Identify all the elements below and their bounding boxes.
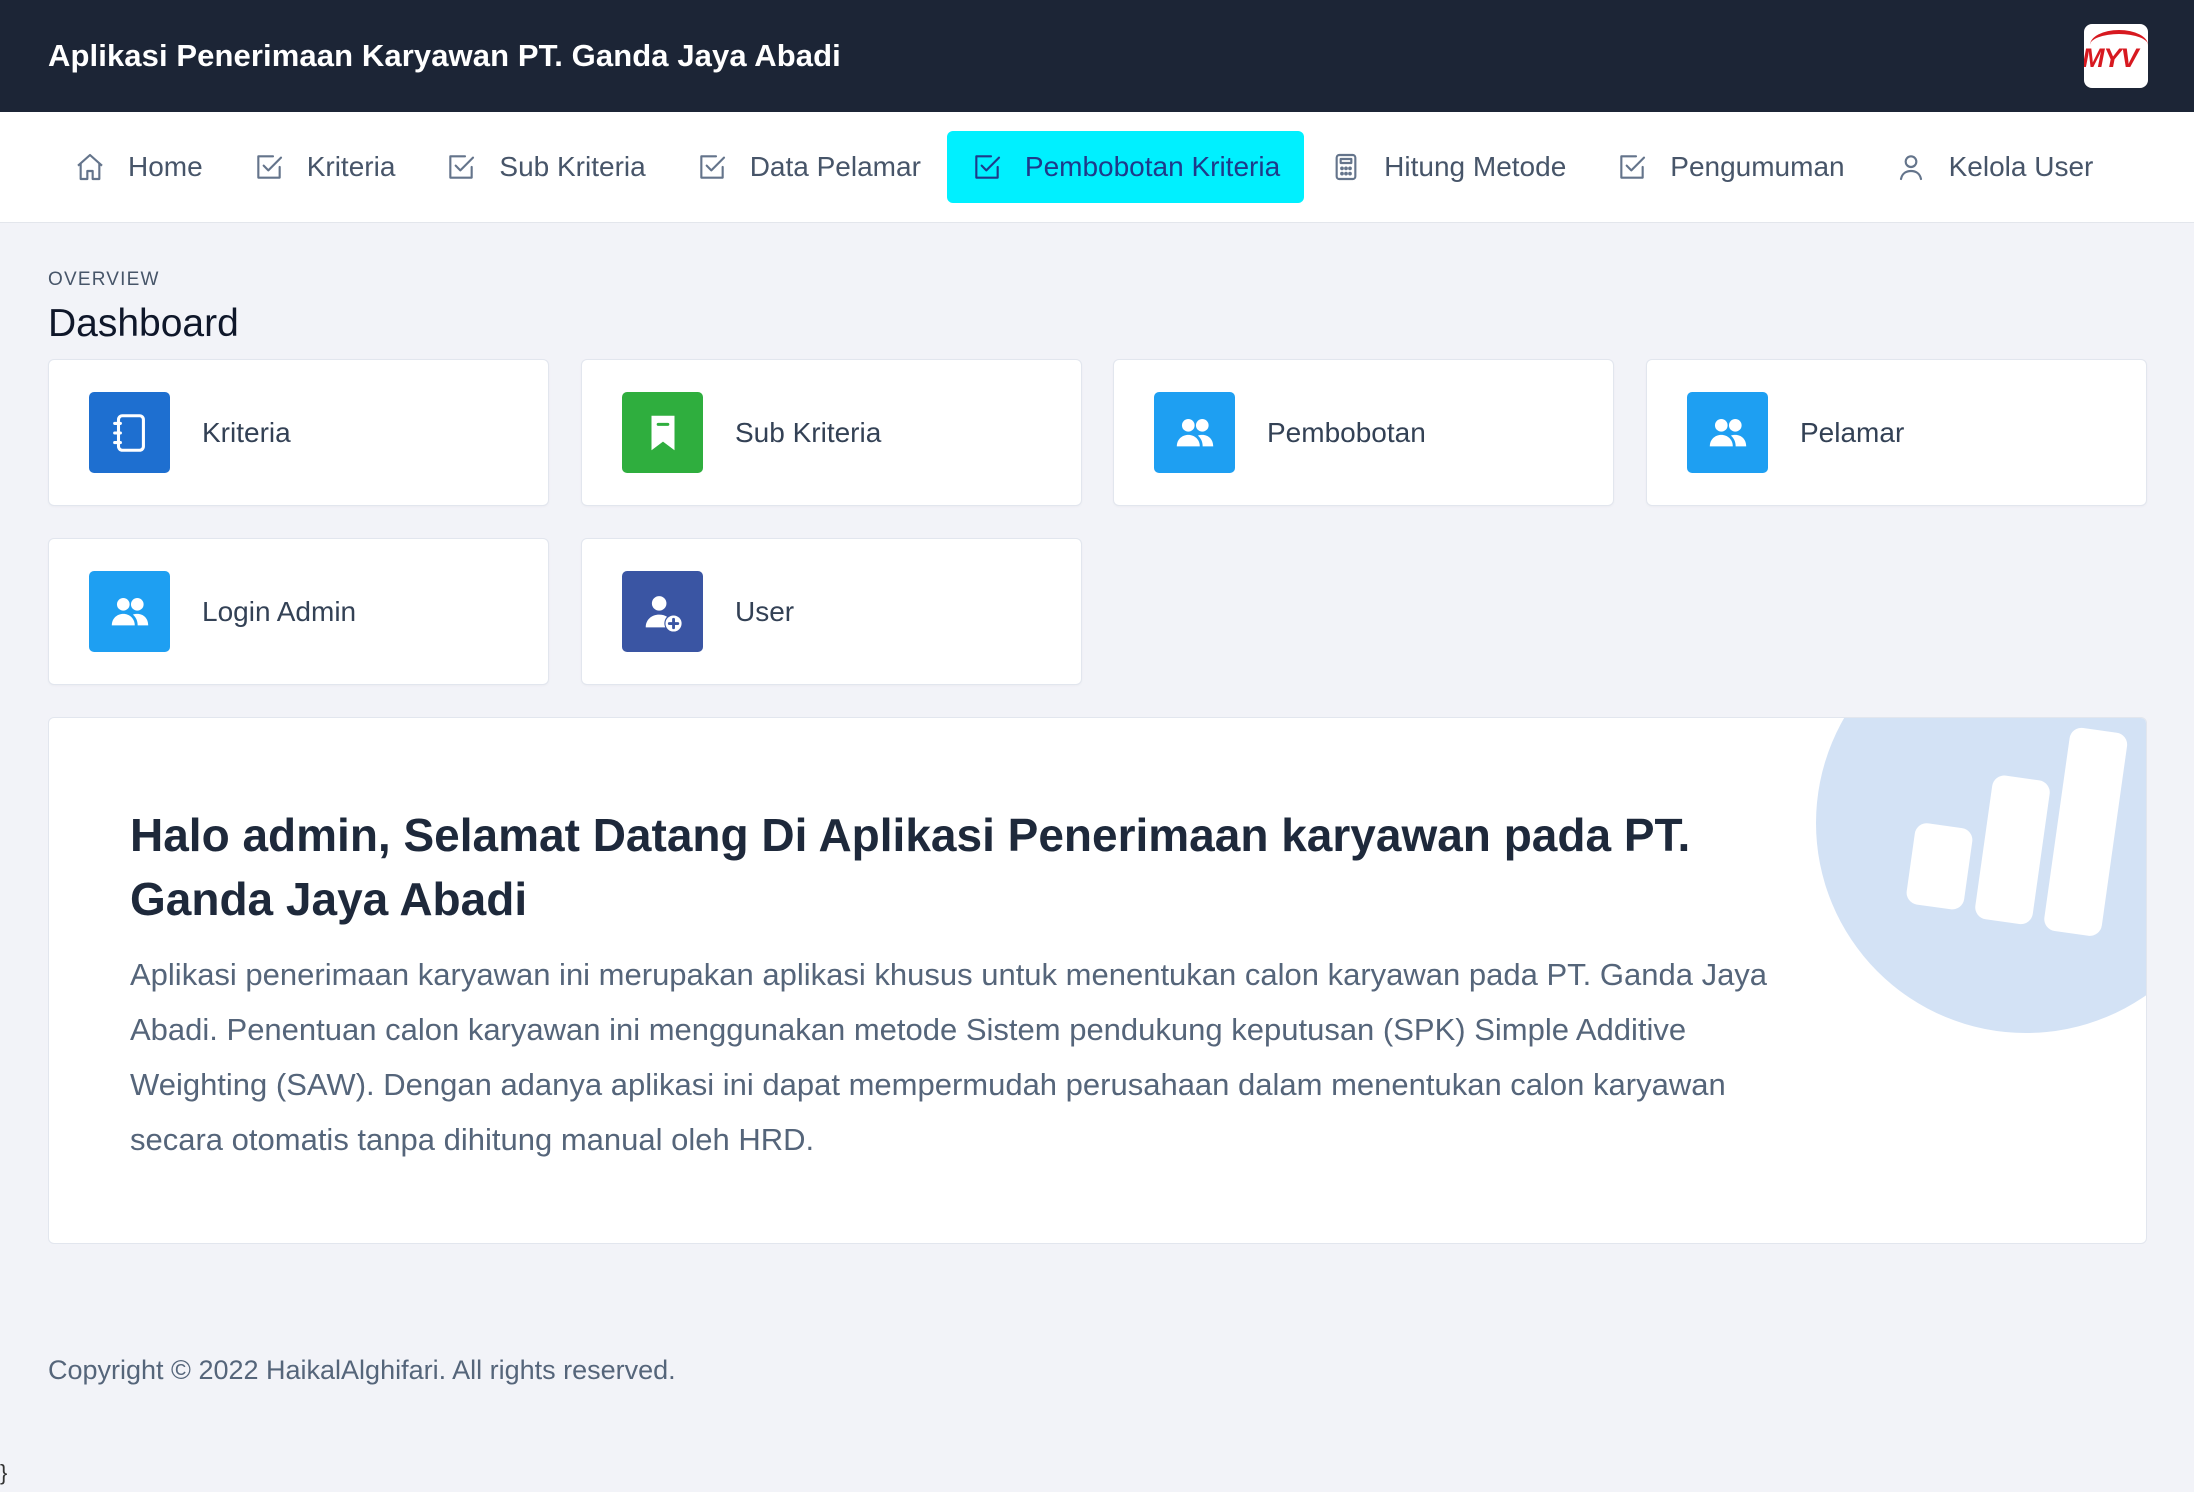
- nav-label-data-pelamar: Data Pelamar: [749, 151, 921, 182]
- card-tile-user: [622, 571, 703, 652]
- nav-label-pembobotan-kriteria: Pembobotan Kriteria: [1024, 151, 1281, 182]
- bookmark-icon: [651, 415, 674, 450]
- card-label-kriteria: Kriteria: [202, 416, 291, 448]
- users-icon: [1709, 418, 1746, 446]
- home-icon: [74, 151, 106, 183]
- nav-item-hitung-metode[interactable]: Hitung Metode: [1306, 131, 1590, 203]
- card-login-admin[interactable]: Login Admin: [48, 538, 549, 685]
- welcome-description: Aplikasi penerimaan karyawan ini merupak…: [130, 957, 1768, 1157]
- nav-item-kelola-user[interactable]: Kelola User: [1871, 131, 2118, 203]
- card-label-pelamar: Pelamar: [1800, 416, 1905, 448]
- nav-item-home[interactable]: Home: [50, 131, 227, 203]
- checkbox-icon: [696, 151, 728, 183]
- card-label-pembobotan: Pembobotan: [1267, 416, 1426, 448]
- nav-label-home: Home: [128, 151, 203, 182]
- footer-copyright: Copyright © 2022 HaikalAlghifari. All ri…: [48, 1355, 676, 1385]
- top-bar: Aplikasi Penerimaan Karyawan PT. Ganda J…: [0, 0, 2194, 112]
- welcome-panel: Halo admin, Selamat Datang Di Aplikasi P…: [48, 717, 2147, 1244]
- card-label-login-admin: Login Admin: [202, 595, 357, 627]
- nav-label-kelola-user: Kelola User: [1948, 151, 2094, 182]
- user-add-icon: [645, 595, 682, 632]
- user-avatar[interactable]: MYV: [2084, 24, 2148, 88]
- nav-item-sub-kriteria[interactable]: Sub Kriteria: [421, 131, 669, 203]
- bar-chart-icon: [1816, 718, 2146, 1033]
- nav-item-data-pelamar[interactable]: Data Pelamar: [672, 131, 945, 203]
- card-label-sub-kriteria: Sub Kriteria: [735, 416, 882, 448]
- card-tile-pembobotan: [1154, 392, 1235, 473]
- nav-label-kriteria: Kriteria: [306, 151, 396, 182]
- nav-item-pengumuman[interactable]: Pengumuman: [1592, 131, 1868, 203]
- checkbox-icon: [971, 151, 1003, 183]
- card-pelamar[interactable]: Pelamar: [1646, 359, 2147, 506]
- calculator-icon: [1330, 151, 1362, 183]
- card-sub-kriteria[interactable]: Sub Kriteria: [581, 359, 1082, 506]
- user-icon: [1895, 151, 1927, 183]
- nav-label-pengumuman: Pengumuman: [1670, 151, 1845, 182]
- app-title: Aplikasi Penerimaan Karyawan PT. Ganda J…: [48, 38, 841, 73]
- stray-text: }: [0, 1460, 8, 1485]
- card-tile-sub-kriteria: [622, 392, 703, 473]
- nav-item-kriteria[interactable]: Kriteria: [229, 131, 420, 203]
- card-pembobotan[interactable]: Pembobotan: [1113, 359, 1614, 506]
- card-tile-kriteria: [89, 392, 170, 473]
- card-user[interactable]: User: [581, 538, 1082, 685]
- users-icon: [111, 597, 148, 625]
- notebook-icon: [112, 413, 145, 452]
- main-nav: Home Kriteria Sub Kriteria Data Pelamar …: [0, 112, 2194, 223]
- card-tile-pelamar: [1687, 392, 1768, 473]
- page-overline: OVERVIEW: [48, 269, 160, 290]
- checkbox-icon: [1616, 151, 1648, 183]
- nav-label-sub-kriteria: Sub Kriteria: [499, 151, 646, 182]
- checkbox-icon: [445, 151, 477, 183]
- page-title: Dashboard: [48, 302, 239, 345]
- card-label-user: User: [735, 595, 795, 627]
- welcome-heading: Halo admin, Selamat Datang Di Aplikasi P…: [130, 809, 1691, 925]
- nav-label-hitung-metode: Hitung Metode: [1384, 151, 1567, 182]
- card-tile-login-admin: [89, 571, 170, 652]
- nav-item-pembobotan-kriteria[interactable]: Pembobotan Kriteria: [946, 131, 1305, 203]
- users-icon: [1176, 418, 1213, 446]
- card-kriteria[interactable]: Kriteria: [48, 359, 549, 506]
- avatar-logo-text: MYV: [2084, 43, 2139, 73]
- checkbox-icon: [253, 151, 285, 183]
